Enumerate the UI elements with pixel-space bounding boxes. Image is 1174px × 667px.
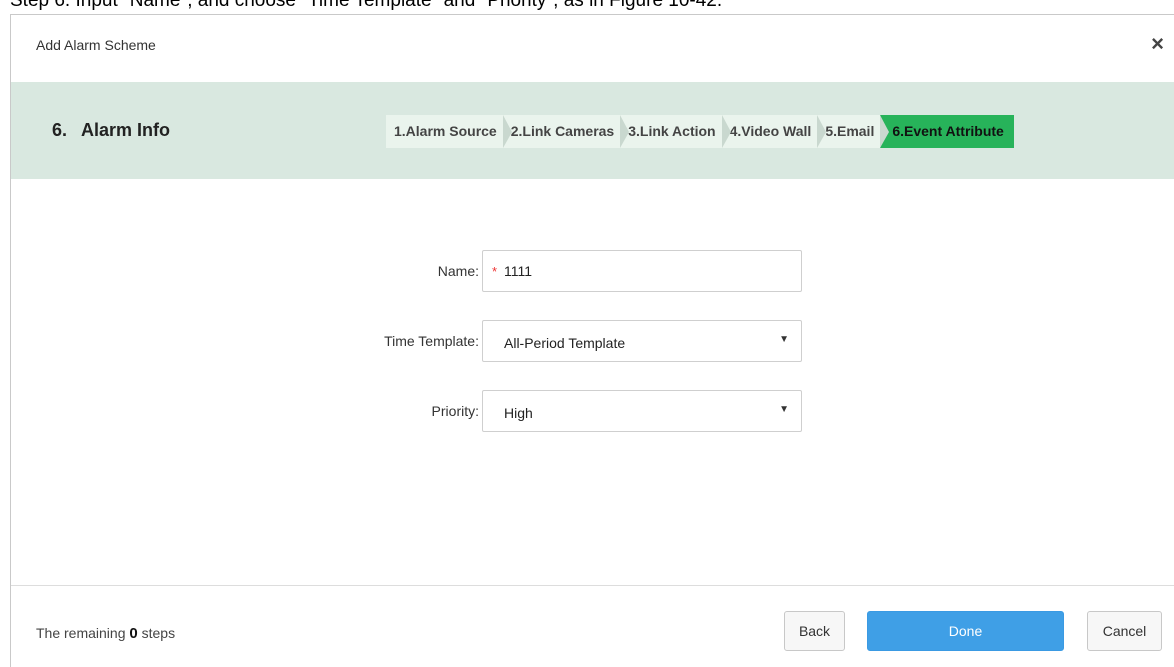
priority-select[interactable]: High ▼ <box>482 390 802 432</box>
step-link-cameras[interactable]: 2.Link Cameras <box>502 115 629 148</box>
time-template-label: Time Template: <box>384 333 479 349</box>
step-event-attribute[interactable]: 6.Event Attribute <box>880 115 1014 148</box>
step-number: 6. <box>52 120 68 140</box>
step-title: Alarm Info <box>81 120 171 140</box>
step-video-wall[interactable]: 4.Video Wall <box>721 115 826 148</box>
step-heading: 6. Alarm Info <box>52 120 170 141</box>
footer-divider <box>11 585 1174 586</box>
priority-value: High <box>504 405 533 421</box>
name-label: Name: <box>437 263 479 279</box>
time-template-value: All-Period Template <box>504 335 626 351</box>
add-alarm-scheme-dialog: Add Alarm Scheme × 6. Alarm Info 1.Alarm … <box>10 14 1174 667</box>
remaining-count: 0 <box>129 625 138 642</box>
required-marker: * <box>492 264 498 279</box>
wizard-stepper: 1.Alarm Source 2.Link Cameras 3.Link Act… <box>386 115 1014 148</box>
step-link-action[interactable]: 3.Link Action <box>620 115 732 148</box>
step-email[interactable]: 5.Email <box>817 115 890 148</box>
dialog-titlebar: Add Alarm Scheme × <box>11 15 1174 81</box>
remaining-prefix: The remaining <box>36 625 126 641</box>
document-caption: Step 6. Input "Name", and choose "Time T… <box>10 0 723 11</box>
time-template-select[interactable]: All-Period Template ▼ <box>482 320 802 362</box>
cancel-button[interactable]: Cancel <box>1087 611 1162 651</box>
step-alarm-source[interactable]: 1.Alarm Source <box>386 115 512 148</box>
time-template-row: Time Template: All-Period Template ▼ <box>11 320 1174 364</box>
dialog-title: Add Alarm Scheme <box>36 37 156 53</box>
name-input[interactable]: * 1111 <box>482 250 802 292</box>
done-button[interactable]: Done <box>867 611 1064 651</box>
chevron-down-icon: ▼ <box>779 404 789 415</box>
name-value: 1111 <box>504 263 533 279</box>
name-row: Name: * 1111 <box>11 250 1174 294</box>
priority-row: Priority: High ▼ <box>11 390 1174 434</box>
remaining-suffix: steps <box>141 625 176 641</box>
back-button[interactable]: Back <box>784 611 845 651</box>
step-header: 6. Alarm Info 1.Alarm Source 2.Link Camer… <box>11 82 1174 179</box>
remaining-steps-text: The remaining 0 steps <box>36 625 175 642</box>
priority-label: Priority: <box>431 403 479 419</box>
chevron-down-icon: ▼ <box>779 334 789 345</box>
close-icon[interactable]: × <box>1151 33 1164 55</box>
